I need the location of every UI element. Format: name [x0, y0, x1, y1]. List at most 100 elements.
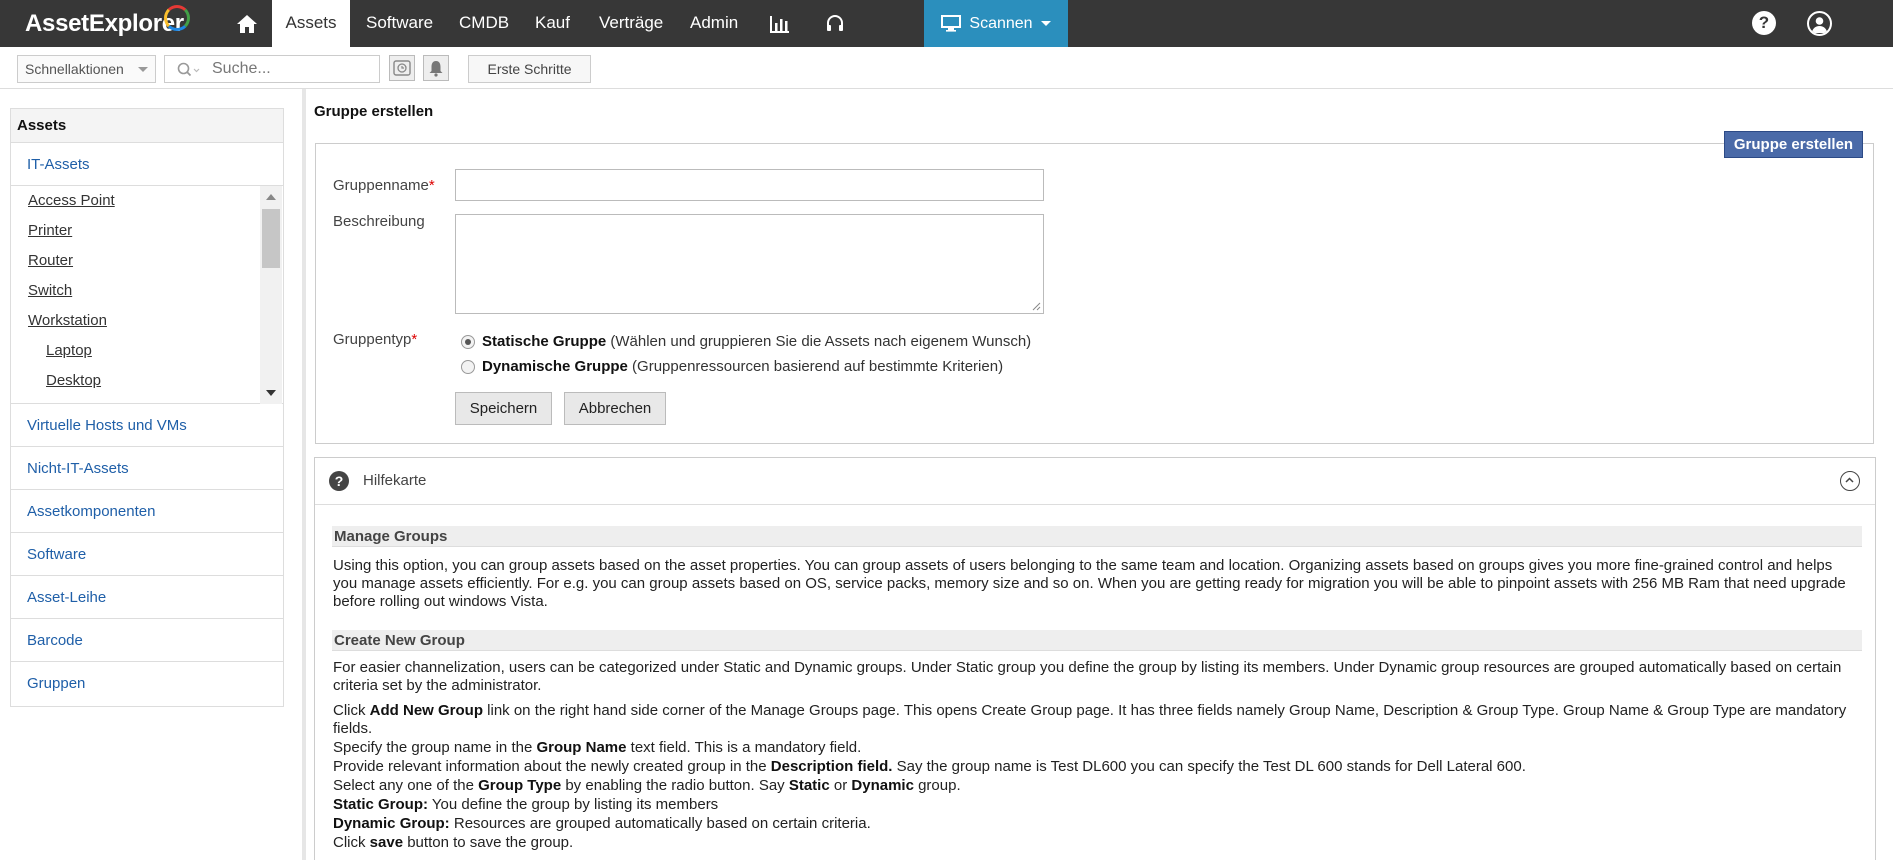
tab-vertraege[interactable]: Verträge	[599, 0, 663, 47]
list-scrollbar[interactable]	[260, 186, 282, 404]
sidebar-item-barcode[interactable]: Barcode	[11, 619, 283, 662]
dynamic-group-radio[interactable]	[461, 360, 475, 374]
group-name-field[interactable]	[455, 169, 1044, 201]
toolbar: Schnellaktionen Suche... Erste Schritte	[0, 47, 1893, 89]
save-button[interactable]: Speichern	[455, 392, 552, 425]
group-name-label-text: Gruppenname	[333, 177, 429, 194]
sidebar-heading: Assets	[11, 109, 283, 143]
help-text: text field. This is a mandatory field.	[626, 739, 862, 756]
sidebar-item-asset-loan[interactable]: Asset-Leihe	[11, 576, 283, 619]
home-button[interactable]	[222, 0, 272, 47]
help-text: Select any one of the	[333, 777, 479, 794]
list-item-workstation[interactable]: Workstation	[28, 312, 107, 329]
scroll-down-icon[interactable]	[266, 390, 276, 396]
history-icon	[393, 60, 411, 76]
search-input[interactable]: Suche...	[164, 55, 380, 83]
help-static-group: Static Group: You define the group by li…	[333, 796, 1848, 814]
tab-admin[interactable]: Admin	[690, 0, 738, 47]
help-text: Specify the group name in the	[333, 739, 537, 756]
app-logo[interactable]: AssetExplorer	[25, 5, 190, 42]
help-text: button to save the group.	[403, 834, 574, 851]
reports-button[interactable]	[760, 0, 800, 47]
help-bold: Dynamic Group:	[333, 815, 450, 832]
help-bold: Dynamic	[851, 777, 914, 794]
help-dynamic-group: Dynamic Group: Resources are grouped aut…	[333, 815, 1848, 833]
it-asset-type-list: Access Point Printer Router Switch Works…	[11, 186, 283, 404]
sidebar: Assets IT-Assets Access Point Printer Ro…	[10, 108, 284, 707]
static-group-title: Statische Gruppe	[482, 333, 607, 350]
help-bold: save	[369, 834, 404, 851]
headset-icon	[827, 14, 843, 31]
list-item-router[interactable]: Router	[28, 252, 73, 269]
help-card-header[interactable]: ? Hilfekarte	[315, 458, 1875, 505]
help-card: ? Hilfekarte Manage Groups Using this op…	[314, 457, 1876, 860]
list-item-switch[interactable]: Switch	[28, 282, 72, 299]
question-icon: ?	[329, 471, 349, 491]
notifications-button[interactable]	[423, 55, 449, 81]
bell-icon	[429, 60, 443, 77]
search-icon	[177, 62, 200, 77]
help-bold: Add New Group	[369, 702, 483, 719]
help-card-title: Hilfekarte	[363, 472, 427, 489]
scan-button[interactable]: Scannen	[924, 0, 1068, 47]
monitor-icon	[941, 15, 962, 32]
sidebar-item-software[interactable]: Software	[11, 533, 283, 576]
static-group-option[interactable]: Statische Gruppe (Wählen und gruppieren …	[482, 333, 1031, 350]
help-step-group-name: Specify the group name in the Group Name…	[333, 739, 1848, 757]
tab-software[interactable]: Software	[366, 0, 433, 47]
help-bold: Group Name	[536, 739, 627, 756]
manage-groups-text: Using this option, you can group assets …	[333, 557, 1846, 610]
group-type-label: Gruppentyp*	[333, 331, 417, 348]
sidebar-item-virtual-hosts[interactable]: Virtuelle Hosts und VMs	[11, 404, 283, 447]
quick-actions-dropdown[interactable]: Schnellaktionen	[17, 55, 156, 83]
section-create-group-heading: Create New Group	[332, 630, 1862, 651]
help-text: link on the right hand side corner of th…	[333, 702, 1847, 737]
chevron-up-icon	[1845, 477, 1854, 483]
help-text: by enabling the radio button. Say	[561, 777, 789, 794]
page-title: Gruppe erstellen	[314, 103, 434, 120]
pane-divider[interactable]	[302, 89, 306, 860]
section-manage-groups-heading: Manage Groups	[332, 526, 1862, 547]
help-text: You define the group by listing its memb…	[428, 796, 719, 813]
list-item-access-point[interactable]: Access Point	[28, 192, 115, 209]
tab-assets[interactable]: Assets	[272, 0, 350, 47]
help-text: Provide relevant information about the n…	[333, 758, 771, 775]
scan-label: Scannen	[969, 14, 1033, 32]
tab-cmdb[interactable]: CMDB	[459, 0, 509, 47]
logo-text: AssetExplorer	[25, 10, 184, 37]
description-label: Beschreibung	[333, 213, 425, 230]
history-button[interactable]	[389, 55, 415, 81]
collapse-button[interactable]	[1840, 471, 1860, 491]
create-group-button[interactable]: Gruppe erstellen	[1724, 131, 1863, 158]
chevron-down-icon	[138, 67, 148, 72]
help-icon[interactable]: ?	[1752, 11, 1776, 35]
create-group-text: For easier channelization, users can be …	[333, 659, 1842, 694]
cancel-button[interactable]: Abbrechen	[564, 392, 666, 425]
help-step-save: Click save button to save the group.	[333, 834, 1848, 852]
sidebar-item-it-assets[interactable]: IT-Assets	[11, 143, 283, 186]
dynamic-group-option[interactable]: Dynamische Gruppe (Gruppenressourcen bas…	[482, 358, 1003, 375]
tab-kauf[interactable]: Kauf	[535, 0, 570, 47]
description-field[interactable]	[455, 214, 1044, 314]
resize-handle-icon[interactable]	[1032, 302, 1041, 311]
sidebar-item-non-it-assets[interactable]: Nicht-IT-Assets	[11, 447, 283, 490]
group-type-label-text: Gruppentyp	[333, 331, 412, 348]
help-step-description: Provide relevant information about the n…	[333, 758, 1848, 776]
getting-started-button[interactable]: Erste Schritte	[468, 55, 591, 83]
list-item-desktop[interactable]: Desktop	[46, 372, 101, 389]
list-item-printer[interactable]: Printer	[28, 222, 72, 239]
scroll-up-icon[interactable]	[266, 194, 276, 200]
user-avatar-icon[interactable]	[1807, 11, 1832, 36]
list-item-laptop[interactable]: Laptop	[46, 342, 92, 359]
static-group-radio[interactable]	[461, 335, 475, 349]
scrollbar-thumb[interactable]	[262, 209, 280, 268]
help-text: Click	[333, 834, 370, 851]
home-icon	[237, 14, 257, 33]
sidebar-item-groups[interactable]: Gruppen	[11, 662, 283, 705]
bar-chart-icon	[770, 15, 789, 33]
dynamic-group-desc: (Gruppenressourcen basierend auf bestimm…	[627, 358, 1004, 375]
chevron-down-icon	[1040, 21, 1051, 26]
support-button[interactable]	[815, 0, 855, 47]
sidebar-item-asset-components[interactable]: Assetkomponenten	[11, 490, 283, 533]
help-step-add-new-group: Click Add New Group link on the right ha…	[333, 702, 1848, 738]
